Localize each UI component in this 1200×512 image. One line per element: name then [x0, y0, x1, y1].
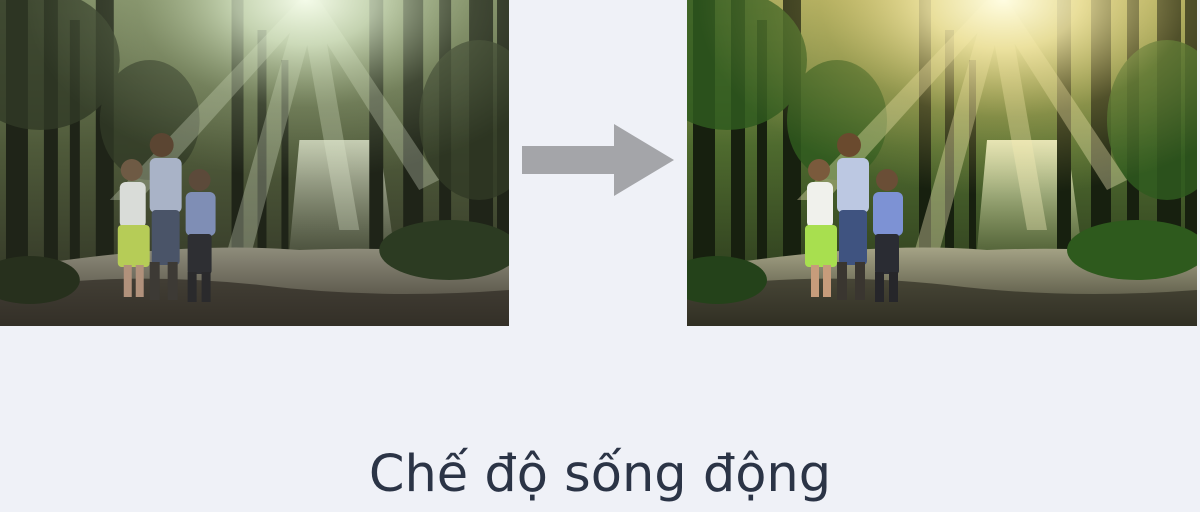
before-photo	[0, 0, 509, 326]
forest-scene-before	[0, 0, 509, 326]
forest-scene-after	[687, 0, 1197, 326]
mode-caption: Chế độ sống động	[368, 445, 832, 504]
after-photo	[687, 0, 1197, 326]
right-arrow-icon	[522, 124, 674, 196]
arrow-shape	[522, 124, 674, 196]
